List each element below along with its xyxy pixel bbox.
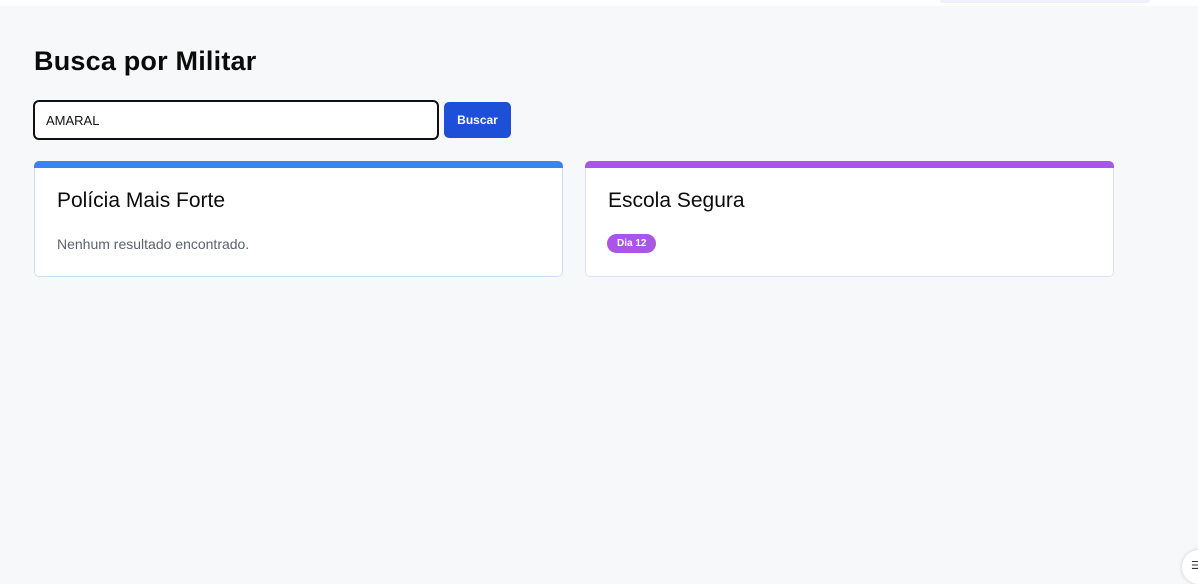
result-card-escola: Escola Segura Dia 12 [585,161,1114,277]
page-title: Busca por Militar [34,46,257,76]
search-row: Buscar [33,100,511,140]
card-body: Polícia Mais Forte Nenhum resultado enco… [34,168,563,277]
search-input[interactable] [33,100,439,140]
card-body: Escola Segura Dia 12 [585,168,1114,277]
card-title: Escola Segura [608,189,745,212]
day-badge[interactable]: Dia 12 [607,234,657,253]
empty-result-message: Nenhum resultado encontrado. [57,236,250,252]
top-bar-highlight [940,0,1150,3]
card-title: Polícia Mais Forte [57,189,226,212]
card-accent-bar [34,161,563,168]
list-icon: ☰ [1191,560,1198,572]
result-card-policia: Polícia Mais Forte Nenhum resultado enco… [34,161,563,277]
search-button[interactable]: Buscar [444,102,511,138]
corner-widget-button[interactable]: ☰ [1182,550,1198,584]
top-bar [0,0,1198,6]
card-accent-bar [585,161,1114,168]
